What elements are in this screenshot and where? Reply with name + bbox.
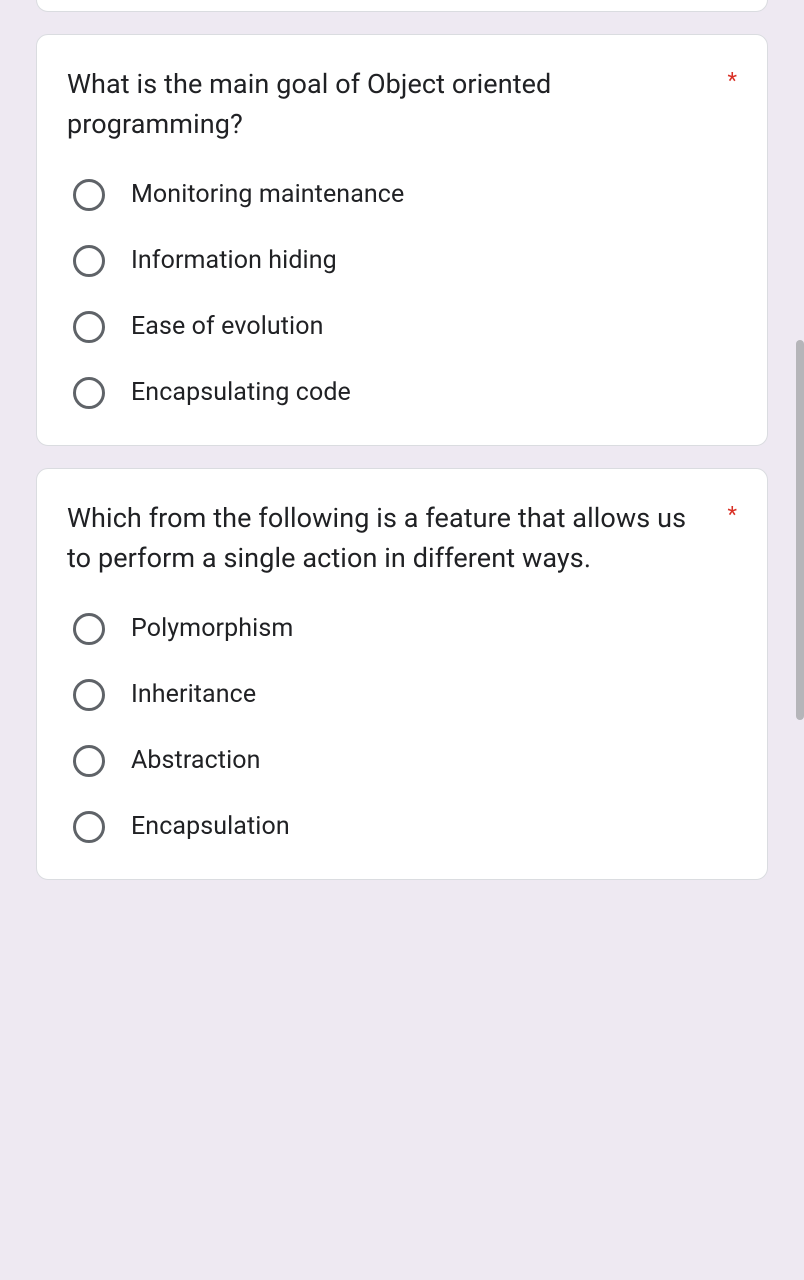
question-header: What is the main goal of Object oriented… <box>67 65 737 145</box>
radio-icon <box>73 179 105 211</box>
previous-card-edge <box>36 0 768 12</box>
option-label: Abstraction <box>131 746 261 775</box>
radio-option[interactable]: Encapsulating code <box>73 377 737 409</box>
radio-option[interactable]: Abstraction <box>73 745 737 777</box>
question-card-1: What is the main goal of Object oriented… <box>36 34 768 446</box>
radio-option[interactable]: Polymorphism <box>73 613 737 645</box>
radio-option[interactable]: Encapsulation <box>73 811 737 843</box>
radio-option[interactable]: Inheritance <box>73 679 737 711</box>
scrollbar-thumb[interactable] <box>796 340 804 720</box>
radio-option[interactable]: Ease of evolution <box>73 311 737 343</box>
required-indicator: * <box>728 503 737 528</box>
form-container: What is the main goal of Object oriented… <box>0 0 804 880</box>
question-text: What is the main goal of Object oriented… <box>67 65 710 145</box>
radio-icon <box>73 377 105 409</box>
radio-icon <box>73 811 105 843</box>
option-label: Inheritance <box>131 680 256 709</box>
radio-icon <box>73 745 105 777</box>
option-label: Polymorphism <box>131 614 293 643</box>
option-label: Encapsulation <box>131 812 290 841</box>
radio-option[interactable]: Information hiding <box>73 245 737 277</box>
radio-option[interactable]: Monitoring maintenance <box>73 179 737 211</box>
radio-icon <box>73 613 105 645</box>
option-label: Ease of evolution <box>131 312 323 341</box>
question-header: Which from the following is a feature th… <box>67 499 737 579</box>
radio-icon <box>73 679 105 711</box>
question-text: Which from the following is a feature th… <box>67 499 710 579</box>
option-label: Monitoring maintenance <box>131 180 404 209</box>
options-group: Polymorphism Inheritance Abstraction Enc… <box>67 613 737 843</box>
question-card-2: Which from the following is a feature th… <box>36 468 768 880</box>
radio-icon <box>73 311 105 343</box>
radio-icon <box>73 245 105 277</box>
option-label: Information hiding <box>131 246 337 275</box>
options-group: Monitoring maintenance Information hidin… <box>67 179 737 409</box>
option-label: Encapsulating code <box>131 378 351 407</box>
required-indicator: * <box>728 69 737 94</box>
